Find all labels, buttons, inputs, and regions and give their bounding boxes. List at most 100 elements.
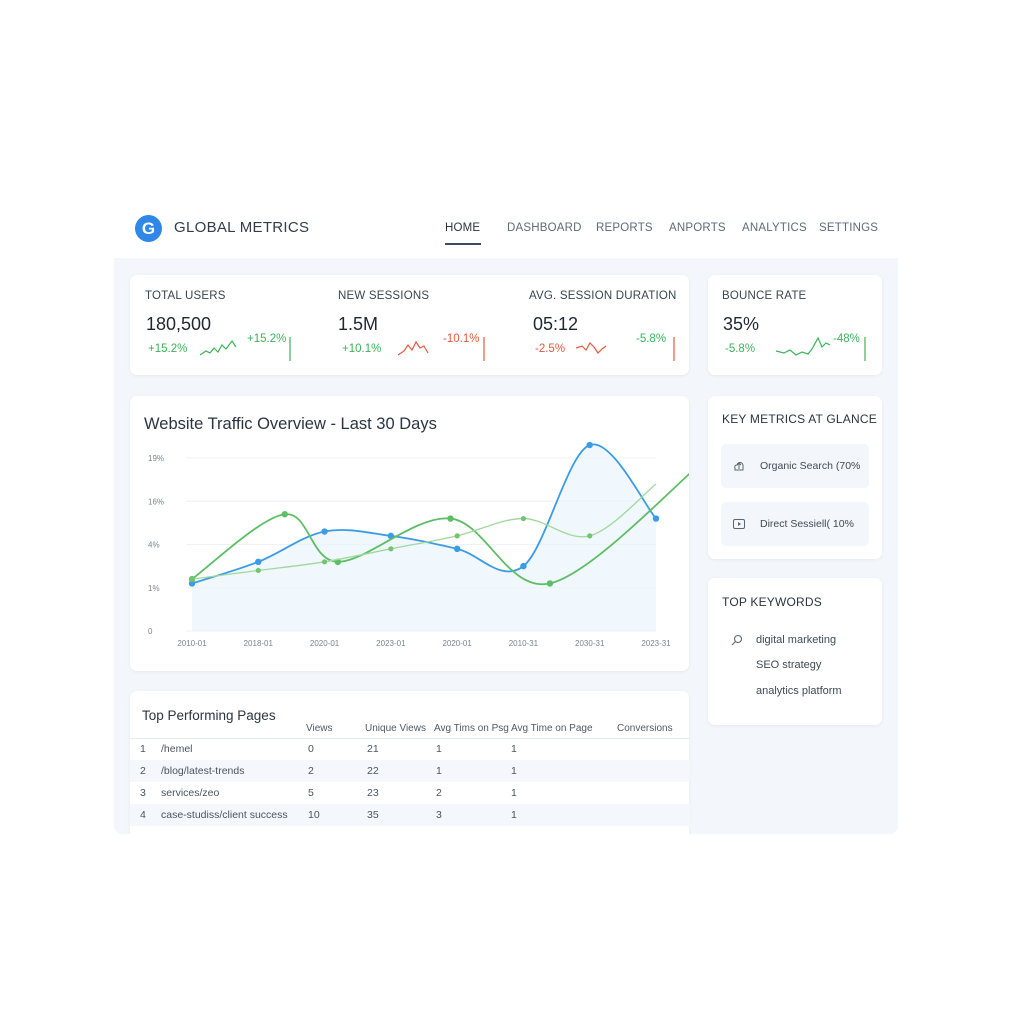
row-avg-time-2: 1 (511, 787, 517, 799)
brand-title: GLOBAL METRICS (174, 219, 310, 236)
nav-analytics[interactable]: ANALYTICS (742, 222, 807, 234)
x-tick-label: 2023-01 (376, 639, 406, 648)
top-keywords-card: TOP KEYWORDS digital marketing SEO strat… (708, 578, 882, 725)
row-unique-views: 35 (367, 809, 379, 821)
row-index: 4 (140, 809, 146, 821)
row-avg-time-2: 1 (511, 765, 517, 777)
key-metric-direct-sessions-label: Direct Sessiell( 10% (760, 518, 854, 530)
global-metrics-logo-icon[interactable]: G (135, 215, 162, 242)
column-header-views[interactable]: Views (306, 723, 333, 734)
table-row[interactable]: 1 /hemel 0 21 1 1 (130, 738, 690, 760)
nav-home[interactable]: HOME (445, 222, 480, 234)
kpi-new-sessions-change: +10.1% (342, 343, 382, 355)
row-views: 5 (308, 787, 314, 799)
table-row[interactable]: 3 services/zeo 5 23 2 1 (130, 782, 690, 804)
dashboard-window: G GLOBAL METRICS HOME DASHBOARD REPORTS … (114, 198, 898, 834)
row-views: 10 (308, 809, 320, 821)
nav-dashboard[interactable]: DASHBOARD (507, 222, 582, 234)
keyword-item[interactable]: analytics platform (756, 685, 842, 697)
series-point (255, 567, 261, 574)
column-header-avg-time-2[interactable]: Avg Time on Page (511, 723, 593, 734)
y-tick-label: 1% (148, 584, 160, 593)
kpi-total-users-sparkline (200, 337, 291, 361)
row-avg-time-2: 1 (511, 809, 517, 821)
kpi-bounce-rate-label: BOUNCE RATE (722, 290, 807, 302)
row-views: 0 (308, 743, 314, 755)
nav-active-indicator (445, 243, 481, 245)
kpi-bounce-rate-value: 35% (723, 314, 760, 334)
row-path[interactable]: case-studiss/client success (161, 809, 288, 821)
row-avg-time-1: 2 (436, 787, 442, 799)
nav-reports[interactable]: REPORTS (596, 222, 653, 234)
series-point (454, 533, 460, 539)
top-pages-title: Top Performing Pages (142, 708, 276, 723)
kpi-group-card: TOTAL USERS 180,500 +15.2% +15.2% NEW SE… (130, 275, 689, 375)
column-header-unique-views[interactable]: Unique Views (365, 723, 426, 734)
keyword-link-icon (731, 634, 743, 646)
row-path[interactable]: /hemel (161, 743, 193, 755)
kpi-bounce-rate-change: -5.8% (725, 343, 756, 355)
series-point (321, 528, 328, 535)
series-point (255, 558, 262, 565)
series-point (587, 533, 593, 539)
keyword-item[interactable]: SEO strategy (756, 659, 821, 671)
play-square-icon (733, 519, 745, 529)
series-point (321, 559, 328, 565)
series-point (546, 580, 554, 587)
row-unique-views: 23 (367, 787, 379, 799)
upload-cloud-icon (734, 461, 744, 471)
x-tick-label: 2010-31 (509, 639, 539, 648)
key-metrics-card: KEY METRICS AT GLANCE Organic Search (70… (708, 396, 882, 559)
key-metrics-title: KEY METRICS AT GLANCE (722, 412, 877, 426)
key-metric-direct-sessions[interactable]: Direct Sessiell( 10% (721, 502, 869, 546)
row-unique-views: 21 (367, 743, 379, 755)
table-row[interactable]: 4 case-studiss/client success 10 35 3 1 (130, 804, 690, 826)
series-point (520, 562, 527, 570)
series-point (189, 576, 195, 582)
column-header-avg-time-1[interactable]: Avg Tims on Psg (434, 723, 509, 734)
row-avg-time-2: 1 (511, 743, 517, 755)
row-unique-views: 22 (367, 765, 379, 777)
row-path[interactable]: services/zeo (161, 787, 219, 799)
x-tick-label: 2018-01 (244, 639, 274, 648)
x-tick-label: 2020-01 (442, 639, 472, 648)
series-point (520, 515, 527, 522)
kpi-bounce-rate-card: BOUNCE RATE 35% -5.8% -48% (708, 275, 882, 375)
row-avg-time-1: 1 (436, 743, 442, 755)
top-navigation-bar: G GLOBAL METRICS HOME DASHBOARD REPORTS … (114, 198, 898, 258)
nav-settings[interactable]: SETTINGS (819, 222, 878, 234)
nav-anports[interactable]: ANPORTS (669, 222, 726, 234)
kpi-avg-session-change: -2.5% (535, 343, 566, 355)
kpi-avg-session-label: AVG. SESSION DURATION (529, 290, 677, 302)
key-metric-organic-search[interactable]: Organic Search (70% (721, 444, 869, 488)
series-point (586, 441, 593, 449)
kpi-total-users-value: 180,500 (146, 314, 212, 334)
x-tick-label: 2030-31 (575, 639, 605, 648)
kpi-total-users-label: TOTAL USERS (145, 290, 226, 302)
series-point (388, 546, 394, 552)
traffic-chart-card: Website Traffic Overview - Last 30 Days … (130, 396, 689, 671)
keyword-item[interactable]: digital marketing (756, 634, 836, 646)
kpi-avg-session-value: 05:12 (533, 314, 579, 334)
row-avg-time-1: 1 (436, 765, 442, 777)
column-header-conversions[interactable]: Conversions (617, 723, 673, 734)
series-point (281, 511, 288, 518)
row-index: 1 (140, 743, 146, 755)
row-path[interactable]: /blog/latest-trends (161, 765, 244, 777)
key-metric-organic-search-label: Organic Search (70% (760, 460, 861, 472)
table-row[interactable]: 2 /blog/latest-trends 2 22 1 1 (130, 760, 690, 782)
top-keywords-title: TOP KEYWORDS (722, 595, 822, 609)
kpi-total-users-change: +15.2% (148, 343, 188, 355)
y-tick-label: 19% (148, 454, 164, 463)
row-views: 2 (308, 765, 314, 777)
kpi-new-sessions-value: 1.5M (338, 314, 379, 334)
series-point (447, 515, 454, 522)
series-point (652, 515, 660, 522)
series-point (453, 545, 461, 553)
traffic-line-chart: 0 1% 4% 16% 19% 2010-01 2018-01 2020-01 2023-01 2… (148, 441, 689, 648)
kpi-bounce-rate-sparkline (776, 336, 866, 361)
kpi-avg-session-sparkline (576, 337, 675, 361)
series-area (192, 444, 656, 631)
kpi-new-sessions-label: NEW SESSIONS (338, 290, 430, 302)
kpi-new-sessions-sparkline (398, 337, 485, 361)
